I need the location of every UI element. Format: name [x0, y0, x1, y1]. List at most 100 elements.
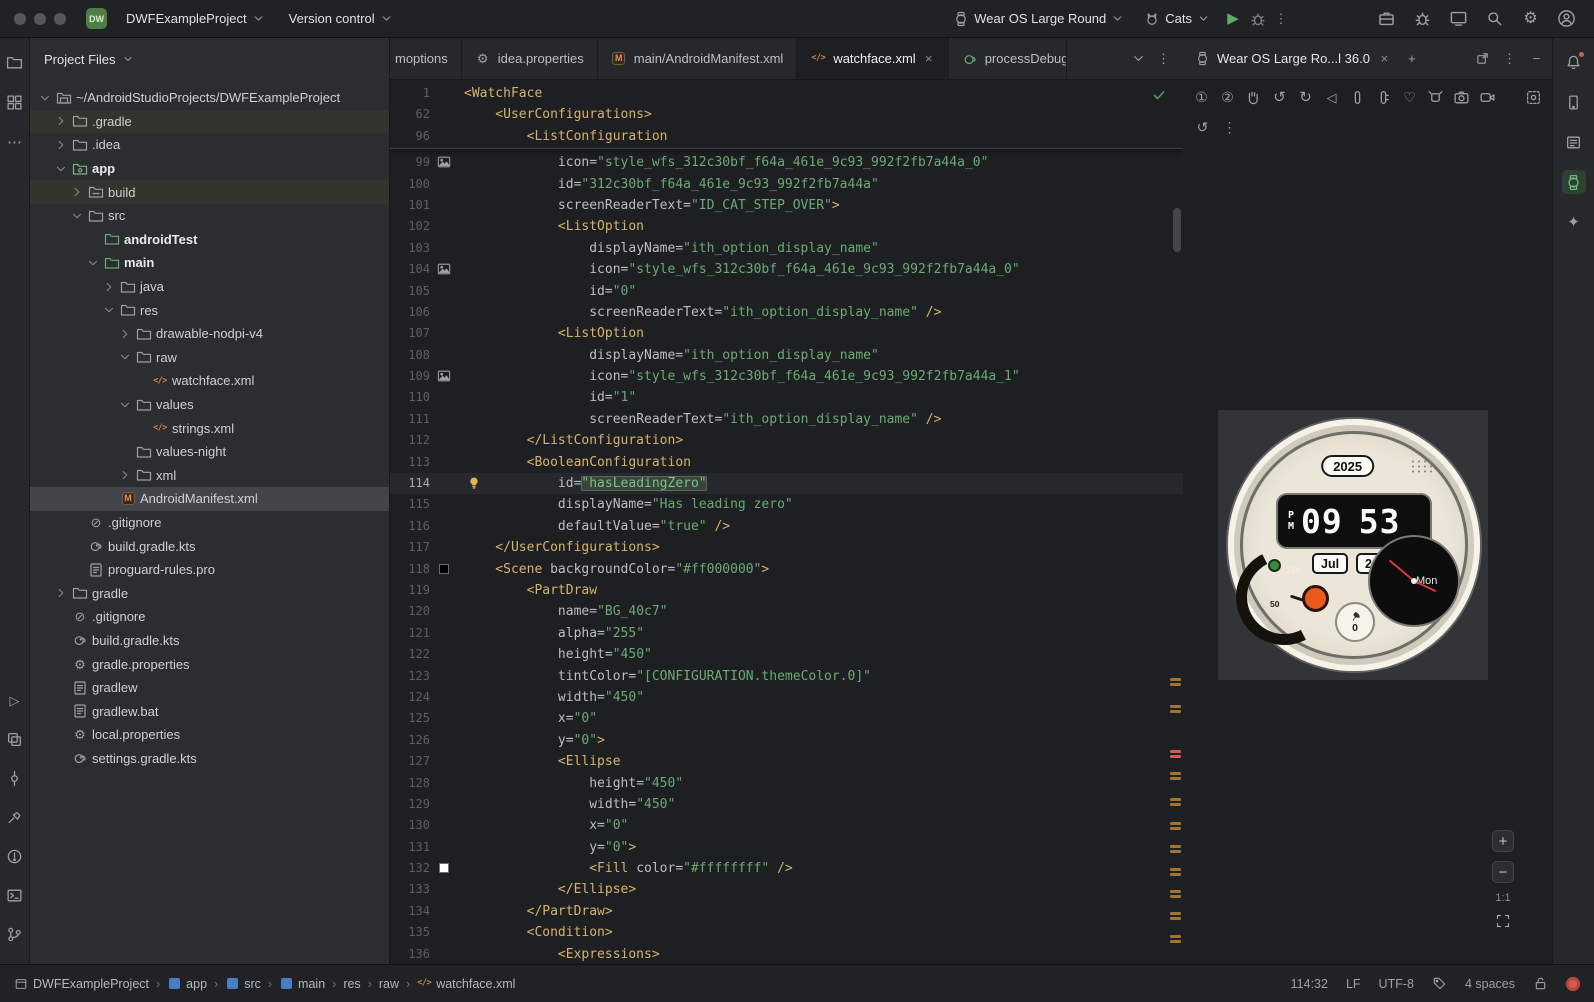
stripe-mark[interactable]: [1170, 755, 1181, 758]
indent-setting[interactable]: 4 spaces: [1465, 977, 1515, 991]
tree-item-build-gradle-kts[interactable]: build.gradle.kts: [30, 629, 389, 653]
tree-item-java[interactable]: java: [30, 275, 389, 299]
terminal-tool-tool-button[interactable]: [3, 883, 27, 907]
device-tab[interactable]: Wear OS Large Ro...l 36.0 ×: [1191, 51, 1396, 66]
window-controls[interactable]: [14, 12, 66, 25]
tree-item-local-properties[interactable]: ⚙ local.properties: [30, 723, 389, 747]
stripe-mark[interactable]: [1170, 822, 1181, 825]
device-manager-tool-button[interactable]: [1562, 90, 1586, 114]
back-button-icon[interactable]: ◁: [1323, 89, 1340, 106]
camera-icon[interactable]: [1453, 89, 1470, 106]
crown-button-icon[interactable]: [1375, 89, 1392, 106]
overflow-icon[interactable]: ⋮: [1222, 120, 1237, 135]
tree-item-strings-xml[interactable]: </> strings.xml: [30, 416, 389, 440]
stripe-mark[interactable]: [1170, 705, 1181, 708]
run-button[interactable]: ▶: [1223, 9, 1243, 29]
close-tab-icon[interactable]: ×: [923, 52, 935, 65]
maximize-window-button[interactable]: [54, 12, 66, 25]
gesture-two-icon[interactable]: ②: [1219, 89, 1236, 106]
rotate-right-icon[interactable]: ↻: [1297, 89, 1314, 106]
vcs-dropdown[interactable]: Version control: [282, 7, 400, 30]
expand-chevron-icon[interactable]: [54, 138, 68, 152]
tree-item-watchface-xml[interactable]: </> watchface.xml: [30, 369, 389, 393]
zoom-out-button[interactable]: −: [1492, 861, 1514, 883]
avatar-icon[interactable]: [1557, 9, 1576, 28]
hide-panel-icon[interactable]: −: [1529, 51, 1544, 66]
tree-item-gradle[interactable]: gradle: [30, 581, 389, 605]
editor-scrollbar[interactable]: [1173, 208, 1181, 252]
tree-item-gradlew-bat[interactable]: gradlew.bat: [30, 699, 389, 723]
expand-chevron-icon[interactable]: [54, 162, 68, 176]
breadcrumb-item-dwfexampleproject[interactable]: DWFExampleProject: [14, 977, 149, 991]
tree-item--gradle[interactable]: .gradle: [30, 109, 389, 134]
gemini-tool-button[interactable]: ✦: [1562, 210, 1586, 234]
line-ending[interactable]: LF: [1346, 977, 1361, 991]
logcat-tool-button[interactable]: [1562, 130, 1586, 154]
version-control-tool-tool-button[interactable]: [3, 922, 27, 946]
tree-item-main[interactable]: main: [30, 251, 389, 275]
tab-options-icon[interactable]: ⋮: [1156, 51, 1171, 66]
side-button-icon[interactable]: [1349, 89, 1366, 106]
stripe-mark[interactable]: [1170, 850, 1181, 853]
stripe-mark[interactable]: [1170, 890, 1181, 893]
breadcrumb-item-src[interactable]: src: [225, 977, 261, 991]
stripe-mark[interactable]: [1170, 827, 1181, 830]
reset-view-icon[interactable]: ↺: [1195, 120, 1210, 135]
tree-item-src[interactable]: src: [30, 204, 389, 228]
stripe-mark[interactable]: [1170, 935, 1181, 938]
stripe-mark[interactable]: [1170, 750, 1181, 753]
tree-item-app[interactable]: app: [30, 157, 389, 181]
project-panel-header[interactable]: Project Files: [30, 38, 389, 80]
tab-moptions[interactable]: moptions: [390, 38, 462, 79]
file-encoding[interactable]: UTF-8: [1379, 977, 1414, 991]
toolbox-icon[interactable]: [1377, 9, 1396, 28]
debug-button[interactable]: [1249, 10, 1267, 28]
add-device-tab-icon[interactable]: +: [1404, 51, 1420, 67]
expand-chevron-icon[interactable]: [118, 468, 132, 482]
stripe-mark[interactable]: [1170, 683, 1181, 686]
tilt-icon[interactable]: [1427, 89, 1444, 106]
video-icon[interactable]: [1479, 89, 1496, 106]
tree-item-gradlew[interactable]: gradlew: [30, 676, 389, 700]
resource-manager-tool-button[interactable]: [3, 90, 27, 114]
inspections-ok-icon[interactable]: [1151, 87, 1167, 103]
fit-to-screen-icon[interactable]: [1495, 913, 1511, 929]
build-variants-tool-button[interactable]: [3, 727, 27, 751]
expand-chevron-icon[interactable]: [118, 398, 132, 412]
stripe-mark[interactable]: [1170, 868, 1181, 871]
tree-item-drawable-nodpi-v4[interactable]: drawable-nodpi-v4: [30, 322, 389, 346]
gesture-one-icon[interactable]: ①: [1193, 89, 1210, 106]
rotate-left-icon[interactable]: ↺: [1271, 89, 1288, 106]
stripe-mark[interactable]: [1170, 777, 1181, 780]
tree-item-raw[interactable]: raw: [30, 346, 389, 370]
tree-item-xml[interactable]: xml: [30, 464, 389, 488]
stripe-mark[interactable]: [1170, 710, 1181, 713]
build-tool-tool-button[interactable]: [3, 805, 27, 829]
breadcrumb-item-app[interactable]: app: [167, 977, 207, 991]
device-selector[interactable]: Wear OS Large Round: [946, 7, 1131, 31]
tab-list-dropdown-icon[interactable]: [1131, 51, 1146, 66]
problems-tool-tool-button[interactable]: [3, 844, 27, 868]
expand-chevron-icon[interactable]: [70, 185, 84, 199]
expand-chevron-icon[interactable]: [54, 114, 68, 128]
tree-item-build-gradle-kts[interactable]: build.gradle.kts: [30, 534, 389, 558]
code-editor[interactable]: 1 <WatchFace 62 <UserConfigurations> 96 <Li…: [390, 80, 1183, 964]
stripe-mark[interactable]: [1170, 803, 1181, 806]
stripe-mark[interactable]: [1170, 912, 1181, 915]
palm-icon[interactable]: [1245, 89, 1262, 106]
stripe-mark[interactable]: [1170, 917, 1181, 920]
tree-item--gitignore[interactable]: ⊘ .gitignore: [30, 605, 389, 629]
running-devices-tool-button[interactable]: [1561, 170, 1586, 194]
stripe-mark[interactable]: [1170, 873, 1181, 876]
expand-chevron-icon[interactable]: [70, 209, 84, 223]
expand-chevron-icon[interactable]: [118, 327, 132, 341]
breadcrumb-item-raw[interactable]: raw: [379, 977, 399, 991]
screenshot-icon[interactable]: [1525, 89, 1542, 106]
breadcrumb-item-main[interactable]: main: [279, 977, 325, 991]
breadcrumb-item-res[interactable]: res: [343, 977, 360, 991]
project-tree[interactable]: ~/AndroidStudioProjects/DWFExampleProjec…: [30, 80, 389, 964]
settings-icon[interactable]: ⚙: [1521, 9, 1540, 28]
heart-rate-icon[interactable]: ♡: [1401, 89, 1418, 106]
open-in-window-icon[interactable]: [1475, 51, 1490, 66]
panel-options-icon[interactable]: ⋮: [1502, 51, 1517, 66]
